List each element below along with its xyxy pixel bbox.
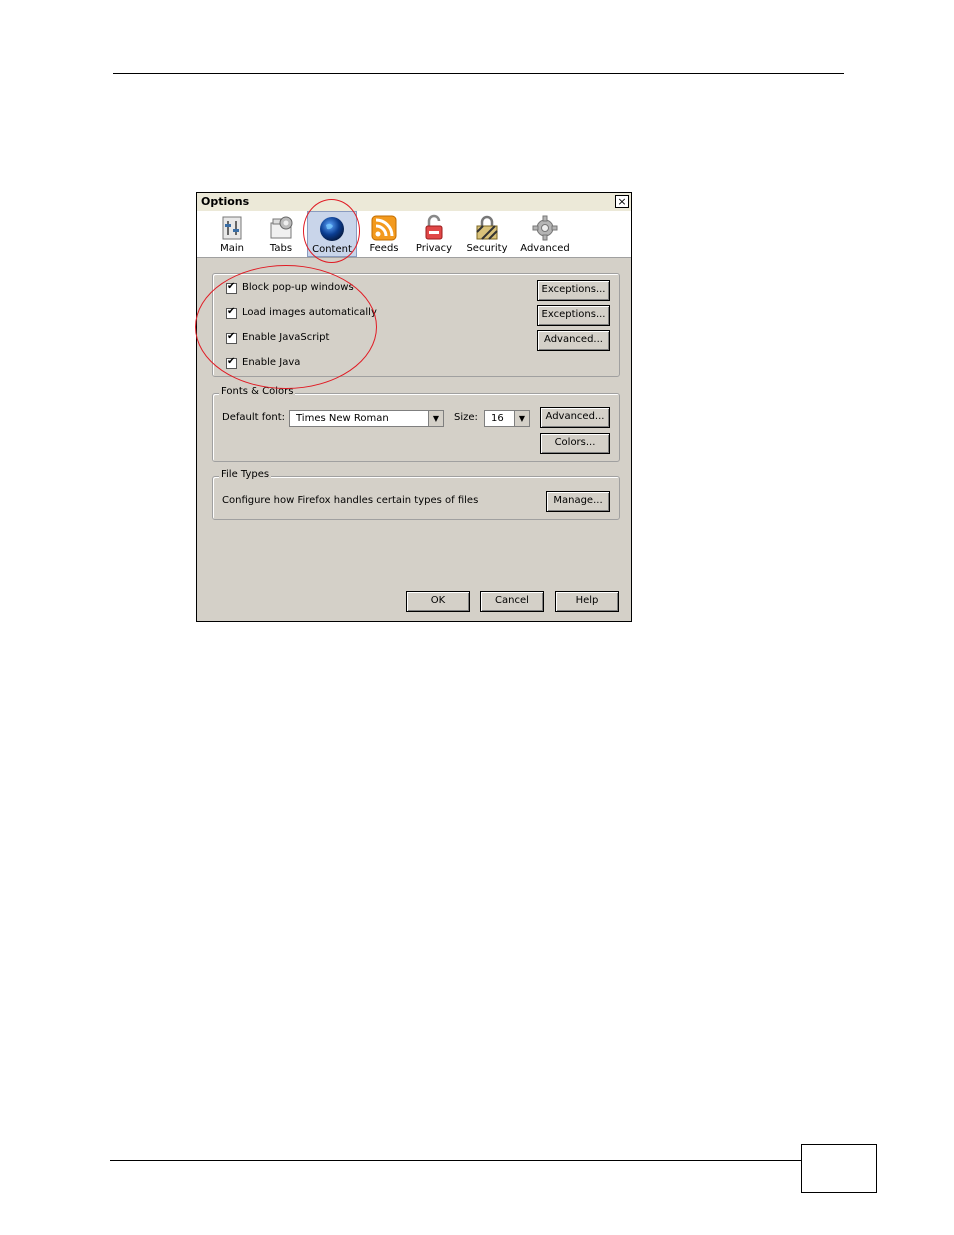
main-icon (222, 216, 242, 240)
font-size-select[interactable]: 16 ▼ (484, 410, 530, 427)
load-images-label: Load images automatically (242, 307, 377, 318)
tabs-icon (270, 216, 293, 239)
close-button[interactable]: × (615, 195, 629, 208)
colors-button[interactable]: Colors... (540, 433, 610, 454)
title-bar: Options × (197, 193, 631, 211)
images-exceptions-button[interactable]: Exceptions... (537, 305, 610, 326)
tab-security[interactable]: Security (463, 211, 511, 257)
header-rule (113, 73, 844, 74)
fonts-colors-legend: Fonts & Colors (219, 386, 296, 397)
privacy-icon (425, 214, 443, 240)
load-images-checkbox[interactable] (226, 306, 237, 319)
block-popups-checkbox[interactable] (226, 281, 237, 294)
help-button[interactable]: Help (555, 591, 619, 612)
file-types-legend: File Types (219, 469, 272, 480)
dialog-title: Options (201, 195, 250, 208)
content-globe-icon (320, 217, 344, 241)
font-size-value: 16 (491, 413, 504, 424)
file-types-group: File Types Configure how Firefox handles… (212, 469, 620, 520)
options-dialog: Options × Main Tabs Content Feeds Privac… (196, 192, 632, 622)
advanced-gear-icon (532, 215, 558, 241)
tab-advanced[interactable]: Advanced (517, 211, 573, 257)
ok-button[interactable]: OK (406, 591, 470, 612)
size-label: Size: (454, 412, 478, 423)
enable-javascript-label: Enable JavaScript (242, 332, 330, 343)
enable-java-label: Enable Java (242, 357, 301, 368)
default-font-value: Times New Roman (296, 413, 389, 424)
javascript-advanced-button[interactable]: Advanced... (537, 330, 610, 351)
tab-content[interactable]: Content (307, 211, 357, 257)
dropdown-arrow-icon: ▼ (428, 411, 443, 426)
tab-privacy[interactable]: Privacy (411, 211, 457, 257)
content-options-group: Block pop-up windows Load images automat… (212, 273, 620, 377)
block-popups-label: Block pop-up windows (242, 282, 354, 293)
feeds-icon (371, 215, 397, 241)
tab-main[interactable]: Main (212, 211, 252, 257)
file-types-description: Configure how Firefox handles certain ty… (222, 495, 479, 506)
default-font-label: Default font: (222, 412, 285, 423)
footer-rule (110, 1160, 802, 1161)
enable-java-checkbox[interactable] (226, 356, 237, 369)
dropdown-arrow-icon: ▼ (514, 411, 529, 426)
enable-javascript-checkbox[interactable] (226, 331, 237, 344)
popup-exceptions-button[interactable]: Exceptions... (537, 280, 610, 301)
security-icon (476, 215, 498, 240)
page-number-box (801, 1144, 877, 1193)
fonts-advanced-button[interactable]: Advanced... (540, 407, 610, 428)
tab-tabs[interactable]: Tabs (261, 211, 301, 257)
default-font-select[interactable]: Times New Roman ▼ (289, 410, 444, 427)
cancel-button[interactable]: Cancel (480, 591, 544, 612)
pane-toolbar: Main Tabs Content Feeds Privacy Security… (197, 211, 631, 258)
fonts-colors-group: Fonts & Colors Default font: Times New R… (212, 386, 620, 462)
tab-feeds[interactable]: Feeds (363, 211, 405, 257)
manage-button[interactable]: Manage... (546, 491, 610, 512)
